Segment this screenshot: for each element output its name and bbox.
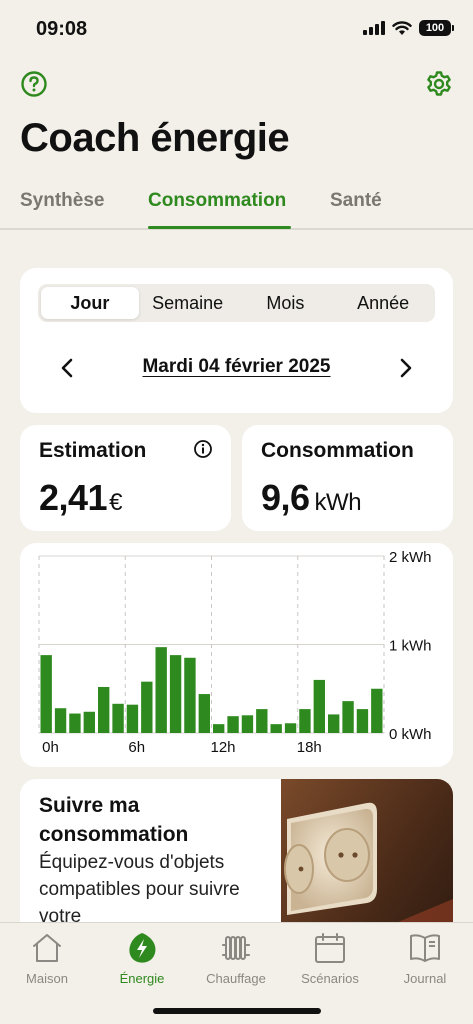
energy-leaf-icon [129, 933, 156, 963]
calendar-icon [315, 933, 345, 963]
tabbar-label-chauffage: Chauffage [206, 971, 266, 986]
x-tick-label-1: 6h [128, 739, 145, 756]
x-tick-label-0: 0h [42, 739, 59, 756]
tab-synthese[interactable]: Synthèse [20, 190, 104, 212]
estimation-value: 2,41€ [39, 477, 122, 519]
chart-bar-13 [227, 716, 239, 733]
consumption-value: 9,6 kWh [261, 477, 362, 519]
period-option-mois[interactable]: Mois [237, 287, 335, 319]
period-option-annee[interactable]: Année [334, 287, 432, 319]
promo-text: Équipez-vous d'objets compatibles pour s… [39, 852, 240, 927]
x-tick-label-2: 12h [210, 739, 235, 756]
chart-bar-12 [213, 724, 225, 733]
estimation-unit: € [109, 489, 122, 516]
chart-bar-10 [184, 657, 196, 733]
chart-bar-17 [284, 723, 297, 733]
chart-bar-3 [83, 711, 95, 733]
consumption-card[interactable]: Consommation 9,6 kWh [242, 425, 453, 531]
hourly-consumption-chart: 2 kWh 1 kWh 0 kWh 0h 6h 12h 18h [38, 549, 432, 756]
chart-bar-18 [299, 709, 311, 733]
tabbar-item-maison[interactable]: Maison [7, 931, 87, 986]
wifi-icon [392, 20, 412, 35]
x-tick-label-3: 18h [297, 739, 322, 756]
consumption-chart-card: 2 kWh 1 kWh 0 kWh 0h 6h 12h 18h [20, 543, 453, 767]
chart-bar-8 [155, 647, 167, 733]
chart-bar-11 [198, 694, 210, 733]
consumption-unit: kWh [314, 489, 362, 516]
period-option-semaine[interactable]: Semaine [139, 287, 237, 319]
chart-bar-20 [328, 714, 340, 733]
consumption-label: Consommation [261, 439, 414, 462]
chart-bar-5 [112, 703, 124, 733]
battery-icon: 100 [419, 20, 454, 36]
tabbar-item-energie[interactable]: Énergie [102, 931, 182, 986]
chart-bar-6 [126, 704, 139, 733]
tabbar-label-scenarios: Scénarios [301, 971, 359, 986]
info-icon[interactable] [193, 439, 213, 459]
tab-bar-top: Synthèse Consommation Santé [0, 186, 473, 230]
chevron-right-icon[interactable] [391, 354, 419, 382]
cellular-signal-icon [363, 21, 385, 35]
tab-sante[interactable]: Santé [330, 190, 382, 212]
y-tick-label-1: 1 kWh [389, 638, 432, 655]
period-option-jour[interactable]: Jour [41, 287, 139, 319]
chart-bar-22 [356, 709, 369, 733]
status-icons: 100 [363, 20, 454, 36]
estimation-label: Estimation [39, 439, 147, 462]
journal-icon [410, 934, 440, 962]
tab-consommation[interactable]: Consommation [148, 190, 286, 212]
status-time: 09:08 [36, 18, 88, 40]
chart-bar-15 [256, 709, 268, 733]
chart-bar-21 [342, 701, 354, 733]
house-icon [33, 934, 61, 962]
y-tick-label-2: 0 kWh [389, 726, 432, 743]
gear-icon[interactable] [425, 70, 453, 98]
help-icon[interactable] [20, 70, 48, 98]
chart-bar-0 [40, 655, 52, 733]
chart-bar-1 [54, 708, 67, 733]
chart-bar-16 [270, 724, 282, 733]
period-card: Jour Semaine Mois Année Mardi 04 février… [20, 268, 453, 413]
chart-bar-23 [371, 688, 383, 733]
chart-bar-2 [69, 713, 81, 733]
radiator-icon [222, 936, 250, 960]
tabbar-item-scenarios[interactable]: Scénarios [290, 931, 370, 986]
estimation-amount: 2,41 [39, 477, 108, 518]
tabbar-label-energie: Énergie [119, 971, 165, 986]
y-tick-label-0: 2 kWh [389, 549, 432, 566]
tabbar-label-journal: Journal [403, 971, 447, 986]
period-segmented-control: Jour Semaine Mois Année [38, 284, 435, 322]
tabbar-item-chauffage[interactable]: Chauffage [196, 931, 276, 986]
date-label[interactable]: Mardi 04 février 2025 [20, 356, 453, 378]
promo-title: Suivre ma consommation [39, 794, 189, 846]
tabbar-label-maison: Maison [26, 971, 68, 986]
chart-bar-7 [141, 681, 153, 733]
consumption-amount: 9,6 [261, 477, 310, 518]
page-title: Coach énergie [20, 116, 290, 160]
chart-bar-9 [169, 655, 182, 733]
home-indicator [153, 1008, 321, 1014]
chart-bar-4 [98, 686, 110, 733]
estimation-card[interactable]: Estimation 2,41€ [20, 425, 231, 531]
chart-bar-14 [241, 715, 254, 733]
chart-bar-19 [313, 679, 325, 733]
date-navigator: Mardi 04 février 2025 [20, 350, 453, 386]
tab-active-indicator [148, 226, 291, 229]
tabbar-item-journal[interactable]: Journal [385, 931, 465, 986]
status-bar: 09:08 100 [0, 0, 473, 58]
